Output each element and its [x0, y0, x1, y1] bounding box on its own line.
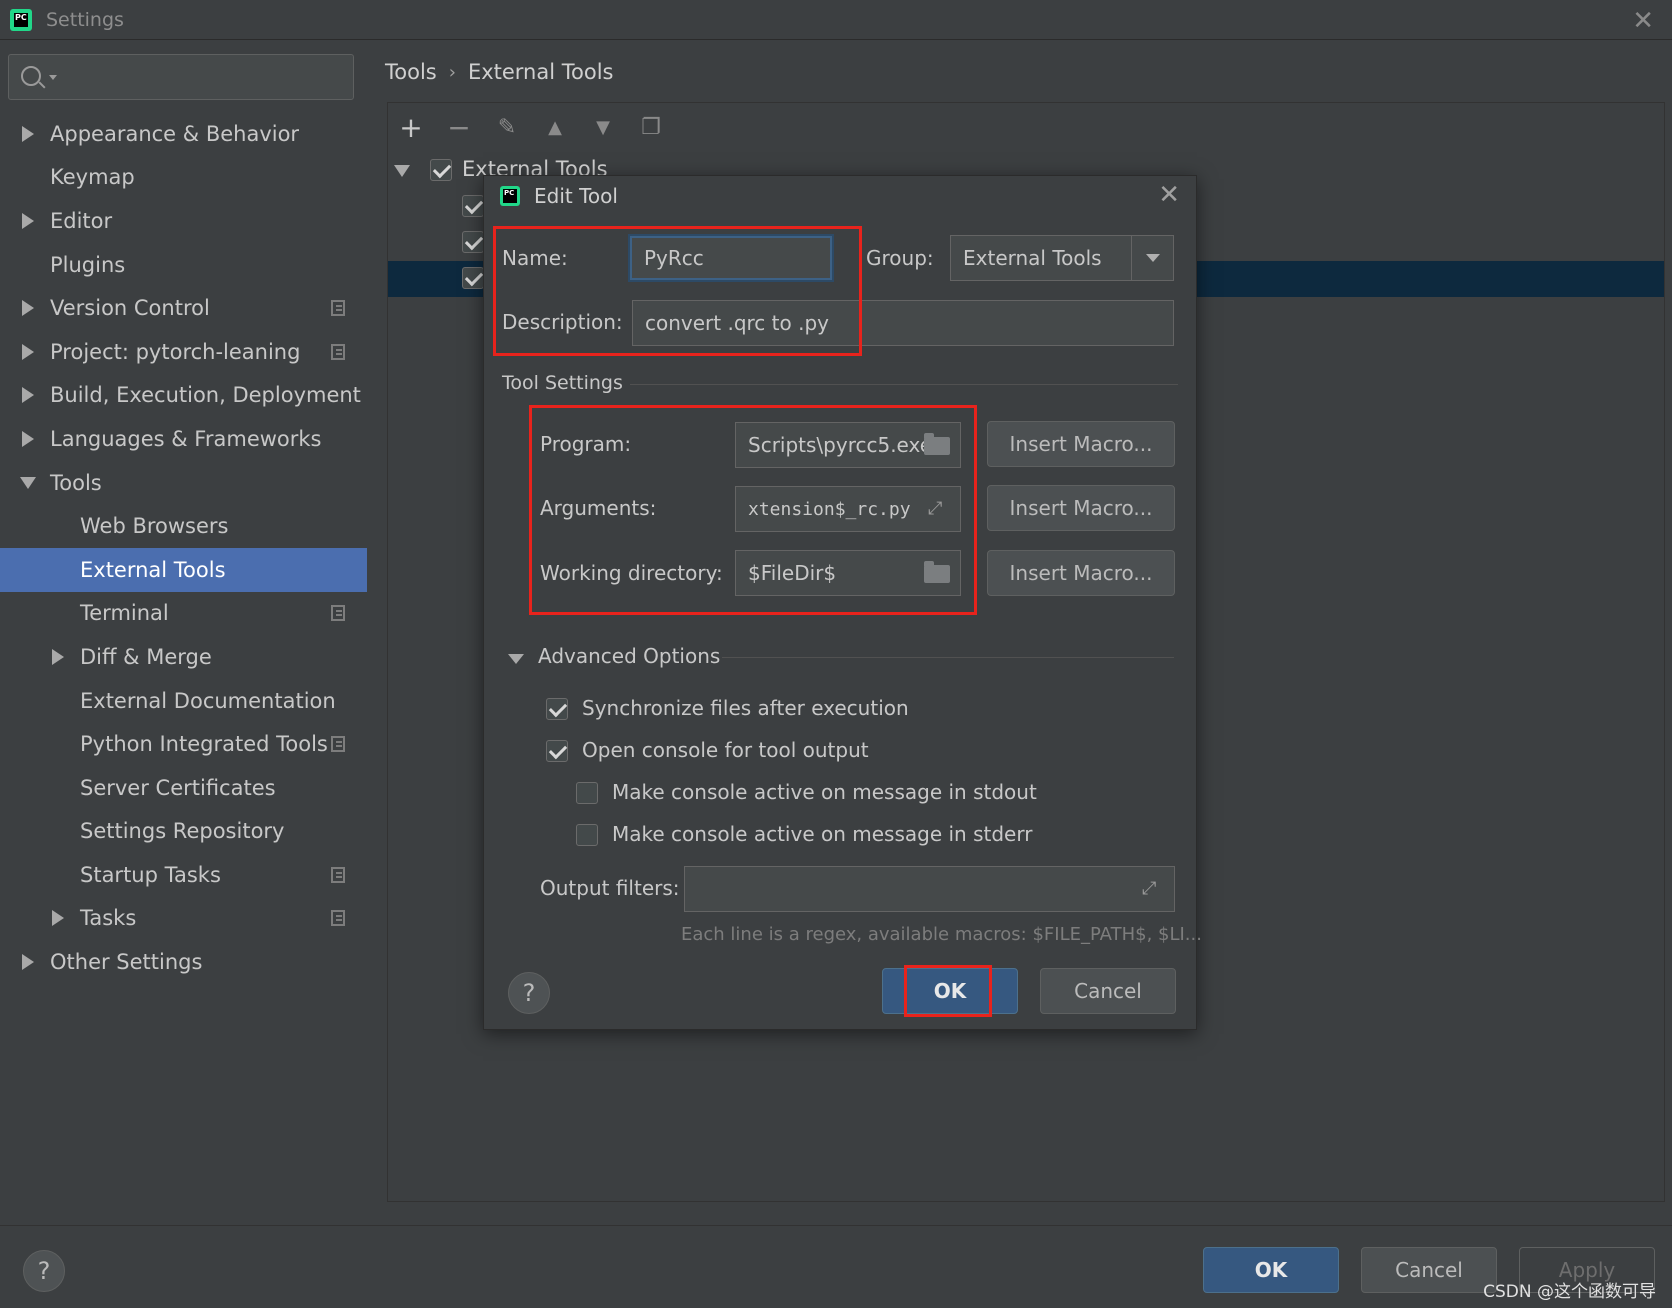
expand-arrow-icon[interactable]: [52, 648, 64, 665]
console-stderr-checkbox[interactable]: [576, 824, 598, 846]
divider: [722, 657, 1174, 658]
sidebar-item-external-tools[interactable]: External Tools: [0, 547, 367, 592]
sidebar-item-server-certificates[interactable]: Server Certificates: [0, 766, 367, 810]
highlight-box: [904, 965, 992, 1017]
search-options-caret-icon[interactable]: [49, 75, 57, 80]
edit-tool-dialog: PC Edit Tool ✕ Name: PyRcc Group: Extern…: [483, 175, 1202, 1030]
expand-arrow-icon[interactable]: [22, 430, 34, 447]
insert-macro-button[interactable]: Insert Macro...: [987, 550, 1175, 596]
advanced-options-heading[interactable]: Advanced Options: [538, 644, 720, 668]
insert-macro-button[interactable]: Insert Macro...: [987, 421, 1175, 467]
highlight-box: [493, 226, 862, 356]
sidebar-item-build[interactable]: Build, Execution, Deployment: [0, 374, 367, 418]
cancel-button[interactable]: Cancel: [1361, 1247, 1497, 1293]
add-icon[interactable]: +: [396, 113, 426, 143]
expand-arrow-icon[interactable]: [22, 387, 34, 404]
breadcrumb-separator: ›: [448, 61, 456, 83]
dialog-close-icon[interactable]: ✕: [1158, 180, 1180, 210]
settings-footer: ? OK Cancel Apply: [0, 1225, 1672, 1308]
group-select-value: External Tools: [963, 246, 1102, 270]
sidebar-item-external-documentation[interactable]: External Documentation: [0, 679, 367, 723]
group-label: Group:: [866, 246, 934, 270]
sync-files-checkbox[interactable]: [546, 698, 568, 720]
highlight-box: [529, 405, 977, 615]
window-title: Settings: [46, 9, 124, 31]
breadcrumb-root: Tools: [385, 60, 437, 84]
move-up-icon[interactable]: ▲: [540, 113, 570, 143]
group-enabled-checkbox[interactable]: [430, 159, 452, 181]
output-filters-input[interactable]: ⤢: [684, 866, 1175, 912]
collapse-arrow-icon[interactable]: [508, 654, 524, 664]
sidebar-item-keymap[interactable]: Keymap: [0, 156, 367, 200]
expand-icon[interactable]: ⤢: [1142, 879, 1162, 899]
tool-enabled-checkbox[interactable]: [462, 231, 484, 253]
copy-icon[interactable]: ❐: [636, 113, 666, 143]
console-stdout-label: Make console active on message in stdout: [612, 780, 1037, 804]
dialog-title: Edit Tool: [534, 184, 618, 208]
sidebar-item-settings-repository[interactable]: Settings Repository: [0, 810, 367, 854]
pycharm-logo-icon: PC: [500, 186, 520, 206]
sidebar-item-tools[interactable]: Tools: [0, 461, 367, 505]
project-settings-icon: [331, 300, 345, 317]
sidebar-item-plugins[interactable]: Plugins: [0, 243, 367, 287]
expand-arrow-icon[interactable]: [22, 300, 34, 317]
project-settings-icon: [331, 866, 345, 883]
console-stderr-label: Make console active on message in stderr: [612, 822, 1033, 846]
console-stdout-checkbox[interactable]: [576, 782, 598, 804]
sidebar-item-appearance[interactable]: Appearance & Behavior: [0, 112, 367, 156]
output-filters-hint: Each line is a regex, available macros: …: [681, 924, 1202, 945]
settings-search-input[interactable]: [8, 54, 354, 100]
sidebar-item-languages[interactable]: Languages & Frameworks: [0, 417, 367, 461]
sidebar-item-web-browsers[interactable]: Web Browsers: [0, 504, 367, 548]
sidebar-item-project[interactable]: Project: pytorch-leaning: [0, 330, 367, 374]
tool-enabled-checkbox[interactable]: [462, 195, 484, 217]
move-down-icon[interactable]: ▼: [588, 113, 618, 143]
open-console-label: Open console for tool output: [582, 738, 869, 762]
tool-enabled-checkbox[interactable]: [462, 267, 484, 289]
project-settings-icon: [331, 910, 345, 927]
open-console-checkbox[interactable]: [546, 740, 568, 762]
breadcrumb: Tools › External Tools: [385, 50, 613, 94]
collapse-arrow-icon[interactable]: [394, 165, 410, 177]
divider: [630, 384, 1178, 385]
sidebar-item-diff-merge[interactable]: Diff & Merge: [0, 635, 367, 679]
group-select[interactable]: External Tools: [950, 235, 1174, 281]
breadcrumb-current: External Tools: [467, 60, 614, 84]
chevron-down-icon[interactable]: [1131, 236, 1173, 280]
sidebar-item-terminal[interactable]: Terminal: [0, 592, 367, 636]
sidebar-item-startup-tasks[interactable]: Startup Tasks: [0, 853, 367, 897]
settings-sidebar: Appearance & Behavior Keymap Editor Plug…: [0, 40, 367, 1225]
collapse-arrow-icon[interactable]: [20, 476, 36, 489]
watermark-text: CSDN @这个函数可导: [1483, 1282, 1656, 1302]
output-filters-label: Output filters:: [540, 876, 680, 900]
insert-macro-button[interactable]: Insert Macro...: [987, 485, 1175, 531]
sidebar-item-python-integrated-tools[interactable]: Python Integrated Tools: [0, 722, 367, 766]
project-settings-icon: [331, 605, 345, 622]
expand-arrow-icon[interactable]: [22, 212, 34, 229]
window-close-icon[interactable]: ✕: [1632, 6, 1654, 36]
expand-arrow-icon[interactable]: [22, 343, 34, 360]
tool-settings-heading: Tool Settings: [502, 372, 623, 394]
sidebar-item-version-control[interactable]: Version Control: [0, 286, 367, 330]
sync-files-label: Synchronize files after execution: [582, 696, 909, 720]
sidebar-item-other-settings[interactable]: Other Settings: [0, 940, 367, 984]
help-button[interactable]: ?: [23, 1250, 65, 1292]
help-button[interactable]: ?: [508, 972, 550, 1014]
expand-arrow-icon[interactable]: [22, 125, 34, 142]
project-settings-icon: [331, 343, 345, 360]
project-settings-icon: [331, 736, 345, 753]
window-titlebar: PC Settings ✕: [0, 0, 1672, 40]
pycharm-logo-icon: PC: [10, 9, 32, 31]
settings-nav: Appearance & Behavior Keymap Editor Plug…: [0, 112, 367, 984]
dialog-cancel-button[interactable]: Cancel: [1040, 968, 1176, 1014]
sidebar-item-editor[interactable]: Editor: [0, 199, 367, 243]
search-icon: [21, 66, 41, 86]
edit-pencil-icon[interactable]: ✎: [492, 113, 522, 143]
ok-button[interactable]: OK: [1203, 1247, 1339, 1293]
sidebar-item-tasks[interactable]: Tasks: [0, 897, 367, 941]
expand-arrow-icon[interactable]: [52, 910, 64, 927]
expand-arrow-icon[interactable]: [22, 954, 34, 971]
remove-icon[interactable]: −: [444, 113, 474, 143]
